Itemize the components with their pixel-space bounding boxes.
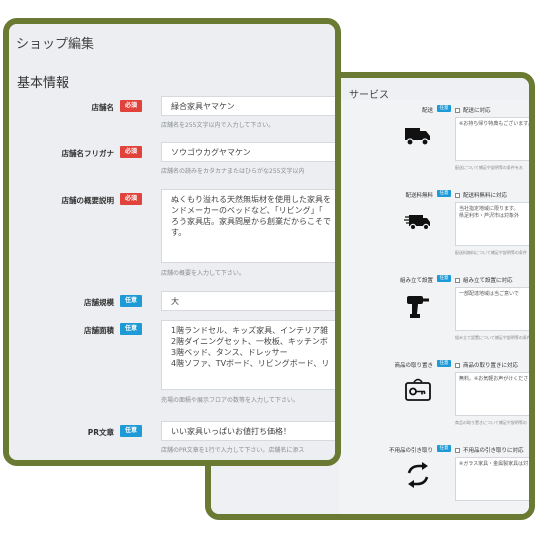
service-checkbox-label: 配送に対応 xyxy=(463,108,491,114)
optional-badge: 任意 xyxy=(120,425,142,437)
service-label: 組み立て設置 xyxy=(399,278,433,284)
field-label-pr-text: PR文章 xyxy=(87,428,114,437)
service-textarea[interactable]: 当社指定地域に限ります。 県足利市・芦沢市は対象外 xyxy=(455,202,529,246)
section-title: 基本情報 xyxy=(17,76,70,91)
optional-badge: 任意 xyxy=(120,323,142,335)
truck-icon xyxy=(405,128,430,146)
field-help: 店舗名を255文字以内で入力して下さい。 xyxy=(161,122,275,129)
field-help: 店舗のPR文章を1行で入力して下さい。店舗名に添ス xyxy=(161,447,305,454)
service-checkbox[interactable]: 組み立て設置に対応 xyxy=(455,276,513,284)
field-help: 店舗の概要を入力して下さい。 xyxy=(161,270,245,277)
field-help: 売場の面積や展示フロアの数等を入力して下さい。 xyxy=(161,397,299,404)
field-label-shop-description: 店舗の概要説明 xyxy=(61,196,115,205)
basic-info-card-body: ショップ編集 基本情報 店舗名 必須 緑合家具ヤマケン 店舗名を255文字以内で… xyxy=(9,24,335,460)
required-badge: 必須 xyxy=(120,146,142,158)
required-badge: 必須 xyxy=(120,193,142,205)
recycle-arrows-icon xyxy=(407,462,429,488)
service-label: 配送 xyxy=(421,108,433,114)
field-label-shop-area: 店舗面積 xyxy=(84,326,114,335)
optional-tag: 任意 xyxy=(437,190,451,197)
basic-info-card: ショップ編集 基本情報 店舗名 必須 緑合家具ヤマケン 店舗名を255文字以内で… xyxy=(3,18,341,466)
optional-badge: 任意 xyxy=(120,295,142,307)
shop-furigana-input[interactable]: ソウゴウカグヤマケン xyxy=(161,142,335,162)
shop-name-input[interactable]: 緑合家具ヤマケン xyxy=(161,96,335,116)
drill-icon xyxy=(407,296,429,318)
required-badge: 必須 xyxy=(120,100,142,112)
optional-tag: 任意 xyxy=(437,445,451,452)
service-note: 配送料無料について補足や説明等の条件 xyxy=(455,250,527,255)
service-textarea[interactable]: ※お持ち帰り特典もございます。 xyxy=(455,117,529,161)
field-label-shop-scale: 店舗規模 xyxy=(84,298,114,307)
service-checkbox-label: 不用品の引き取りに対応 xyxy=(463,448,524,454)
shop-area-textarea[interactable]: 1階ランドセル、キッズ家具、インテリア雑 2階ダイニングセット、一枚板、キッチン… xyxy=(161,320,335,390)
service-label: 不用品の引き取り xyxy=(388,448,433,454)
service-checkbox-label: 商品の取り置きに対応 xyxy=(463,363,519,369)
pr-text-input[interactable]: いい家具いっぱいお値打ち価格！ xyxy=(161,421,335,441)
free-shipping-truck-icon xyxy=(404,215,430,231)
service-checkbox[interactable]: 不用品の引き取りに対応 xyxy=(455,446,524,454)
service-note: 配送について補足や説明等の条件をお xyxy=(455,165,523,170)
service-textarea[interactable]: 一部配達地域は当ご意いで xyxy=(455,287,529,331)
optional-tag: 任意 xyxy=(437,275,451,282)
field-label-shop-furigana: 店舗名フリガナ xyxy=(61,149,115,158)
field-help: 店舗名の読みをカタカナまたはひらがな255文字以内 xyxy=(161,168,305,175)
shop-scale-input[interactable]: 大 xyxy=(161,291,335,311)
service-label: 商品の取り置き xyxy=(394,363,433,369)
shop-description-textarea[interactable]: ぬくもり溢れる天然無垢材を使用した家具を ンドメーカーのベッドなど、「リビング」… xyxy=(161,189,335,263)
page-title: ショップ編集 xyxy=(16,37,95,52)
service-checkbox-label: 組み立て設置に対応 xyxy=(463,278,513,284)
service-checkbox-label: 配送料無料に対応 xyxy=(463,193,508,199)
service-checkbox[interactable]: 配送に対応 xyxy=(455,106,491,114)
optional-tag: 任意 xyxy=(437,105,451,112)
optional-tag: 任意 xyxy=(437,360,451,367)
service-label: 配送料無料 xyxy=(405,193,433,199)
service-checkbox[interactable]: 配送料無料に対応 xyxy=(455,191,507,199)
field-label-shop-name: 店舗名 xyxy=(91,103,115,112)
service-textarea[interactable]: 無料。※お気軽お声がけくださ xyxy=(455,372,529,416)
keep-key-icon xyxy=(405,378,431,401)
service-textarea[interactable]: ※ガラス家具・金属製家具は対 xyxy=(455,457,529,501)
services-title: サービス xyxy=(349,90,389,101)
service-note: 商品の取り置きについて補足や説明等の xyxy=(455,420,527,425)
service-checkbox[interactable]: 商品の取り置きに対応 xyxy=(455,361,518,369)
service-note: 組み立て設置について補足や説明等の条件 xyxy=(455,335,531,340)
